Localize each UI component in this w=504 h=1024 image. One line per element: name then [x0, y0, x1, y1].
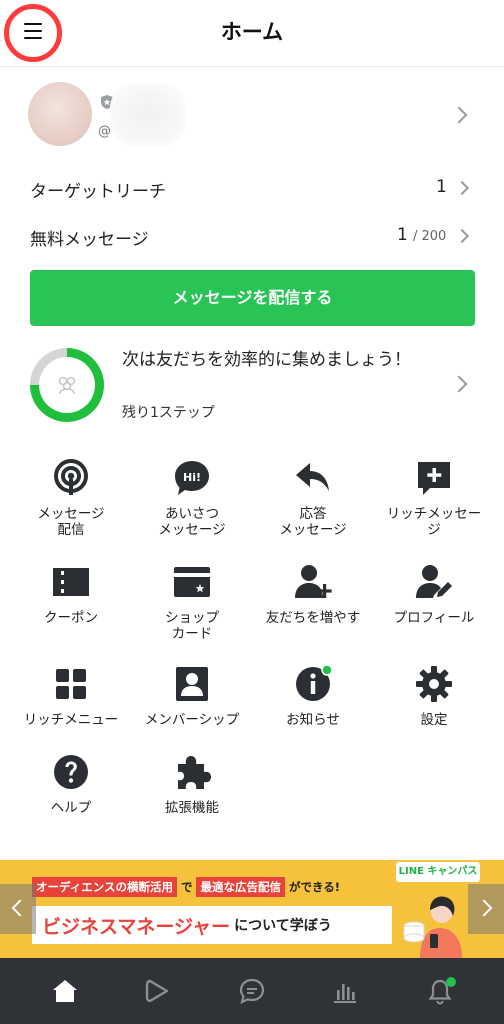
feature-auto-reply[interactable]: 応答 メッセージ [250, 458, 376, 538]
feature-label: 友だちを増やす [265, 610, 361, 626]
banner-text-2: ができる! [288, 880, 340, 894]
banner-highlight-2: 最適な広告配信 [196, 877, 285, 897]
profile-edit-icon [414, 562, 454, 602]
coupon-icon [51, 562, 91, 602]
feature-label: メッセージ 配信 [37, 506, 105, 538]
home-icon [53, 980, 77, 1002]
nav-chat[interactable] [222, 958, 282, 1024]
feature-extensions[interactable]: 拡張機能 [129, 752, 255, 816]
chevron-left-icon [11, 899, 29, 917]
progress-ring-center [39, 357, 95, 413]
nav-notifications[interactable] [410, 958, 470, 1024]
banner-next-button[interactable] [468, 884, 504, 934]
banner-highlight-1: オーディエンスの横断活用 [32, 877, 177, 897]
banner-line1: オーディエンスの横断活用 で 最適な広告配信 ができる! [32, 877, 340, 897]
profile-chevron-icon[interactable] [450, 106, 468, 124]
target-reach-value: 1 [436, 177, 447, 197]
feature-add-friends[interactable]: 友だちを増やす [250, 562, 376, 626]
feature-label: メンバーシップ [144, 712, 240, 728]
nav-voom[interactable] [127, 958, 187, 1024]
banner-main-suffix: について学ぼう [234, 918, 332, 934]
feature-greeting-message[interactable]: Hi! あいさつ メッセージ [129, 458, 255, 538]
target-reach-chevron-icon[interactable] [454, 180, 470, 196]
free-messages-chevron-icon[interactable] [454, 228, 470, 244]
page-title: ホーム [220, 20, 284, 44]
voom-play-icon [145, 979, 169, 1003]
feature-rich-menu[interactable]: リッチメニュー [8, 664, 134, 728]
feature-settings[interactable]: 設定 [371, 664, 497, 728]
feature-broadcast[interactable]: メッセージ 配信 [8, 458, 134, 538]
nav-home[interactable] [35, 958, 95, 1024]
nav-analytics[interactable] [315, 958, 375, 1024]
feature-label: 応答 メッセージ [279, 506, 347, 538]
gear-icon [414, 664, 454, 704]
feature-label: プロフィール [393, 610, 475, 626]
rich-menu-icon [51, 664, 91, 704]
progress-title: 次は友だちを効率的に集めましょう！ [122, 350, 411, 370]
progress-ring [30, 348, 104, 422]
account-name-blurred [110, 84, 186, 146]
promo-banner[interactable]: LINE キャンパス オーディエンスの横断活用 で 最適な広告配信 ができる! … [0, 860, 504, 958]
banner-main-title: ビジネスマネージャー [42, 915, 231, 938]
free-messages-value: 1 [397, 225, 408, 245]
membership-icon [172, 664, 212, 704]
puzzle-icon [172, 752, 212, 792]
person-illustration-icon [403, 896, 462, 958]
info-icon [293, 664, 333, 704]
rich-message-icon [414, 458, 454, 498]
reply-arrow-icon [293, 458, 333, 498]
free-messages-limit: / 200 [413, 229, 447, 244]
progress-chevron-icon[interactable] [450, 375, 468, 393]
feature-label: お知らせ [286, 712, 340, 728]
feature-membership[interactable]: メンバーシップ [129, 664, 255, 728]
feature-label: 拡張機能 [165, 800, 219, 816]
shop-card-icon [172, 562, 212, 602]
feature-label: リッチメッセー ジ [386, 506, 482, 538]
send-message-button[interactable]: メッセージを配信する [30, 270, 475, 326]
feature-label: リッチメニュー [23, 712, 119, 728]
analytics-icon [334, 984, 356, 1003]
feature-label: 設定 [420, 712, 448, 728]
add-friend-icon [293, 562, 333, 602]
feature-label: ショップ カード [165, 610, 219, 642]
feature-rich-message[interactable]: リッチメッセー ジ [371, 458, 497, 538]
hi-bubble-icon: Hi! [172, 458, 212, 498]
avatar[interactable] [28, 82, 92, 146]
account-id: @ [98, 124, 111, 139]
friends-group-icon [58, 376, 76, 395]
broadcast-icon [51, 458, 91, 498]
banner-line2: ビジネスマネージャー について学ぼう [32, 906, 392, 944]
banner-text-1: で [180, 880, 193, 894]
feature-label: クーポン [44, 610, 98, 626]
help-icon [51, 752, 91, 792]
chevron-right-icon [475, 899, 493, 917]
feature-label: あいさつ メッセージ [158, 506, 226, 538]
feature-profile[interactable]: プロフィール [371, 562, 497, 626]
free-messages-label: 無料メッセージ [30, 230, 149, 250]
banner-tag: LINE キャンパス [396, 862, 480, 882]
progress-subtitle: 残り1ステップ [122, 405, 215, 421]
feature-coupon[interactable]: クーポン [8, 562, 134, 626]
feature-notices[interactable]: お知らせ [250, 664, 376, 728]
chat-icon [239, 978, 265, 1004]
notification-bell-icon [428, 977, 456, 1005]
feature-shop-card[interactable]: ショップ カード [129, 562, 255, 642]
svg-text:Hi!: Hi! [183, 471, 201, 484]
target-reach-label: ターゲットリーチ [30, 182, 166, 202]
feature-label: ヘルプ [50, 800, 92, 816]
banner-prev-button[interactable] [0, 884, 36, 934]
feature-help[interactable]: ヘルプ [8, 752, 134, 816]
